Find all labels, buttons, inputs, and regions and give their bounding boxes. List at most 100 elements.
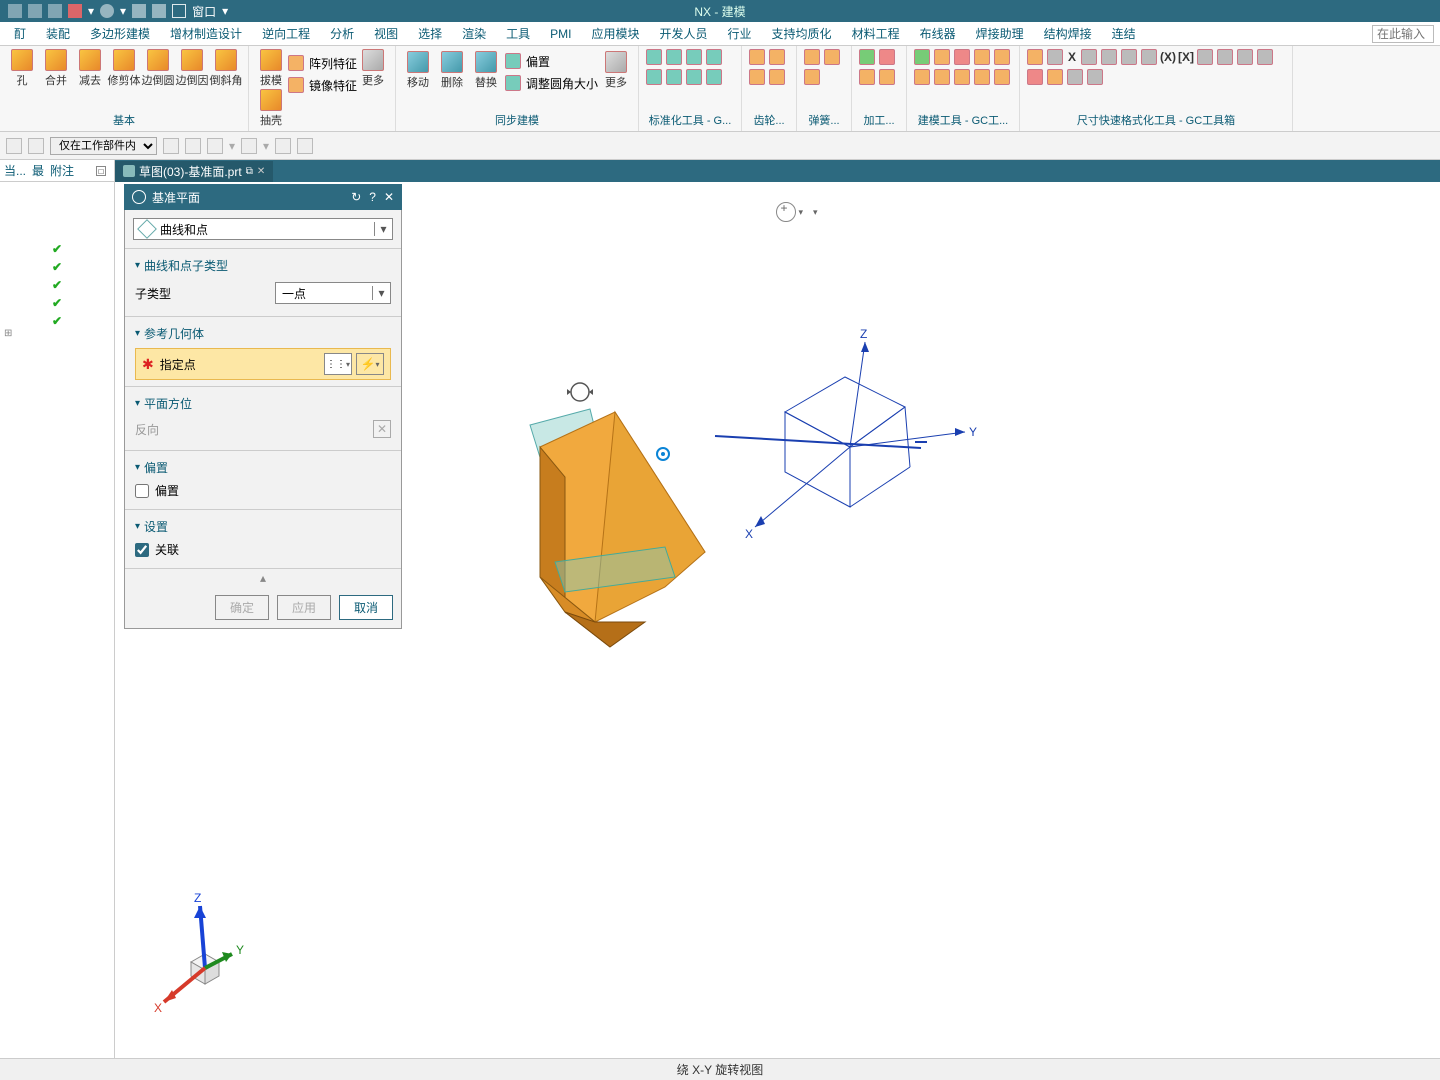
history-row[interactable]: ✔ (0, 240, 114, 258)
status-text: 绕 X-Y 旋转视图 (677, 1061, 763, 1078)
sel-icon[interactable] (163, 138, 179, 154)
selection-scope-select[interactable]: 仅在工作部件内 (50, 137, 157, 155)
select-icon[interactable] (28, 138, 44, 154)
document-tab[interactable]: 草图(03)-基准面.prt ⧉ ✕ (115, 161, 273, 182)
menu-item[interactable]: 视图 (364, 23, 408, 44)
edge-blend-button[interactable]: 边倒圆 (142, 48, 174, 88)
sel-icon[interactable] (241, 138, 257, 154)
menu-item[interactable]: 渲染 (452, 23, 496, 44)
pattern-feature-button[interactable]: 阵列特征 (287, 54, 357, 72)
menu-item[interactable]: 支持均质化 (762, 23, 842, 44)
section-offset[interactable]: 偏置 (135, 457, 391, 478)
menu-item[interactable]: 焊接助理 (966, 23, 1034, 44)
sel-icon[interactable] (185, 138, 201, 154)
section-subtype[interactable]: 曲线和点子类型 (135, 255, 391, 276)
reverse-label: 反向 (135, 421, 159, 438)
mirror-feature-button[interactable]: 镜像特征 (287, 76, 357, 94)
history-row[interactable]: ✔ (0, 294, 114, 312)
window-icon[interactable] (172, 4, 186, 18)
resize-fillet-button[interactable]: 调整圆角大小 (504, 74, 598, 92)
sel-icon[interactable] (275, 138, 291, 154)
dialog-titlebar[interactable]: 基准平面 ↻ ? ✕ (124, 184, 402, 210)
menu-item[interactable]: PMI (540, 25, 581, 43)
gear-icon[interactable] (132, 190, 146, 204)
history-row[interactable]: ✔ (0, 258, 114, 276)
panel-close-icon[interactable]: □ (96, 166, 106, 176)
subtract-button[interactable]: 减去 (74, 48, 106, 88)
collapse-handle[interactable]: ▴ (125, 568, 401, 587)
subtype-select[interactable]: 一点 ▾ (275, 282, 391, 304)
menu-item[interactable]: 应用模块 (582, 23, 650, 44)
menu-item[interactable]: 增材制造设计 (160, 23, 252, 44)
ribbon-group-modeling-tools: 建模工具 - GC工... (907, 46, 1020, 131)
window-label[interactable]: 窗口 (192, 3, 216, 20)
diamond-icon (137, 219, 157, 239)
menu-item[interactable]: 材料工程 (842, 23, 910, 44)
view-triad[interactable]: Z Y X (150, 898, 260, 1018)
offset-checkbox[interactable]: 偏置 (135, 478, 391, 503)
ribbon-group-dim-tools: X (X)[X] 尺寸快速格式化工具 - GC工具箱 (1020, 46, 1293, 131)
tab-restore-icon[interactable]: ⧉ (246, 166, 253, 177)
mic-icon[interactable] (100, 4, 114, 18)
edge-fillet-button[interactable]: 边倒因 (176, 48, 208, 88)
sel-icon[interactable] (207, 138, 223, 154)
view-orientation-button[interactable]: ▾ ▾ (775, 198, 819, 226)
section-geometry[interactable]: 参考几何体 (135, 323, 391, 344)
unite-button[interactable]: 合并 (40, 48, 72, 88)
apply-button[interactable]: 应用 (277, 595, 331, 620)
menu-item[interactable]: 多边形建模 (80, 23, 160, 44)
draft-button[interactable]: 拔模 (255, 48, 287, 88)
menu-item[interactable]: 选择 (408, 23, 452, 44)
menu-item[interactable]: 布线器 (910, 23, 966, 44)
touch-icon[interactable] (132, 4, 146, 18)
more-button[interactable]: 更多 (357, 48, 389, 88)
ribbon-group-machining: 加工... (852, 46, 907, 131)
filter-icon[interactable] (6, 138, 22, 154)
chamfer-button[interactable]: 倒斜角 (210, 48, 242, 88)
reset-icon[interactable]: ↻ (351, 190, 361, 204)
offset-button[interactable]: 偏置 (504, 52, 598, 70)
history-row[interactable]: ✔ (0, 276, 114, 294)
history-row[interactable]: ✔ (0, 312, 114, 330)
chevron-down-icon[interactable]: ▾ (374, 222, 392, 236)
ok-button[interactable]: 确定 (215, 595, 269, 620)
point-dialog-button[interactable]: ⋮⋮▾ (324, 353, 352, 375)
associative-checkbox[interactable]: 关联 (135, 537, 391, 562)
more-button[interactable]: 更多 (600, 50, 632, 90)
qa-icon[interactable] (28, 4, 42, 18)
qa-icon[interactable] (48, 4, 62, 18)
trim-body-button[interactable]: 修剪体 (108, 48, 140, 88)
move-button[interactable]: 移动 (402, 50, 434, 90)
section-orientation[interactable]: 平面方位 (135, 393, 391, 414)
replace-button[interactable]: 替换 (470, 50, 502, 90)
delete-button[interactable]: 删除 (436, 50, 468, 90)
menu-item[interactable]: 装配 (36, 23, 80, 44)
specify-point-row[interactable]: ✱ 指定点 ⋮⋮▾ ⚡▾ (135, 348, 391, 380)
menu-item[interactable]: 分析 (320, 23, 364, 44)
shell-button[interactable]: 抽壳 (255, 88, 287, 128)
menu-item[interactable]: 逆向工程 (252, 23, 320, 44)
close-icon[interactable]: ✕ (384, 190, 394, 204)
menu-item[interactable]: 工具 (496, 23, 540, 44)
app-title: NX - 建模 (694, 3, 745, 20)
tab-close-icon[interactable]: ✕ (257, 166, 265, 177)
history-panel: 当... 最 附注 ✔ ✔ ✔ ✔ ✔ ⊞ (0, 160, 115, 1058)
layout-icon[interactable] (152, 4, 166, 18)
svg-text:Z: Z (860, 327, 867, 341)
menu-item[interactable]: 开发人员 (650, 23, 718, 44)
sel-icon[interactable] (297, 138, 313, 154)
type-dropdown[interactable]: 曲线和点 ▾ (133, 218, 393, 240)
section-settings[interactable]: 设置 (135, 516, 391, 537)
hole-button[interactable]: 孔 (6, 48, 38, 88)
menu-item[interactable]: 酊 (4, 23, 36, 44)
cancel-button[interactable]: 取消 (339, 595, 393, 620)
help-icon[interactable]: ? (369, 190, 376, 204)
qa-icon[interactable] (68, 4, 82, 18)
menu-item[interactable]: 连结 (1102, 23, 1146, 44)
inferred-point-button[interactable]: ⚡▾ (356, 353, 384, 375)
qa-icon[interactable] (8, 4, 22, 18)
command-search-input[interactable] (1372, 25, 1434, 43)
menu-item[interactable]: 结构焊接 (1034, 23, 1102, 44)
reverse-direction-button[interactable]: ✕ (373, 420, 391, 438)
menu-item[interactable]: 行业 (718, 23, 762, 44)
